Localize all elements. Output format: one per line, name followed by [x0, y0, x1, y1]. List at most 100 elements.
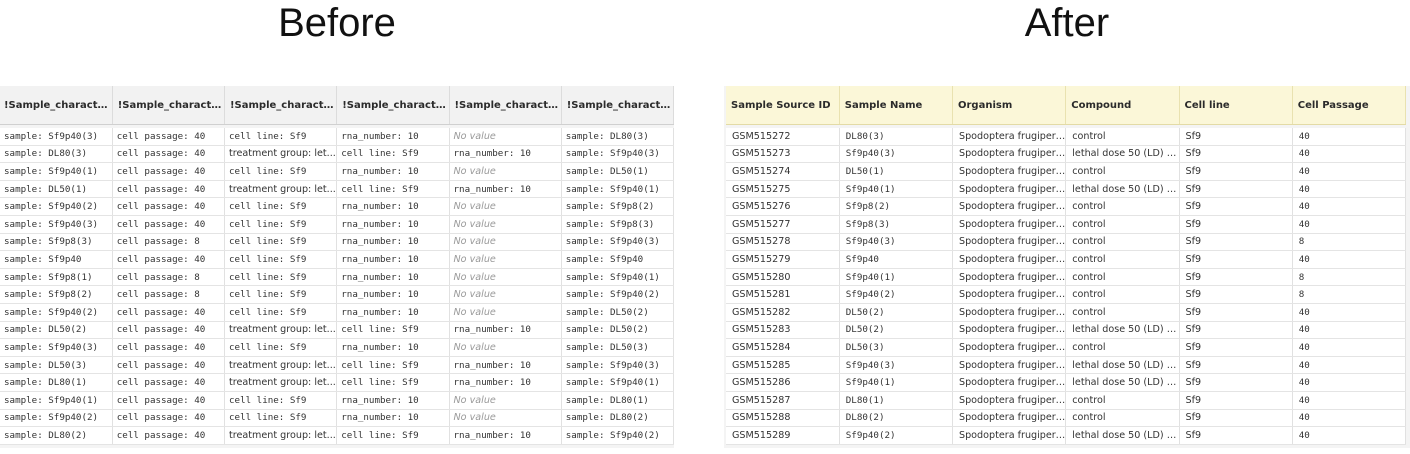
table-cell[interactable]: Spodoptera frugiperda — [952, 356, 1067, 375]
table-cell[interactable]: Spodoptera frugiperda — [952, 233, 1067, 252]
table-cell[interactable]: sample: Sf9p40(2) — [0, 197, 113, 216]
table-cell[interactable]: sample: Sf9p8(3) — [0, 233, 113, 252]
table-cell[interactable]: Sf9 — [1179, 197, 1293, 216]
table-row[interactable]: sample: Sf9p40(3) cell passage: 40 cell li… — [0, 215, 674, 234]
table-row[interactable]: GSM515283 DL50(2) Spodoptera frugiperda let… — [726, 321, 1407, 340]
table-cell[interactable]: GSM515288 — [726, 409, 840, 428]
table-cell[interactable]: sample: DL50(3) — [0, 356, 113, 375]
after-column-header[interactable]: Cell line — [1179, 86, 1293, 125]
table-cell[interactable]: sample: DL80(2) — [561, 409, 674, 428]
table-row[interactable]: sample: Sf9p8(2) cell passage: 8 cell line… — [0, 285, 674, 304]
table-row[interactable]: sample: Sf9p40(1) cell passage: 40 cell li… — [0, 162, 674, 181]
table-cell[interactable]: rna_number: 10 — [336, 197, 450, 216]
table-cell[interactable]: cell passage: 40 — [112, 145, 226, 164]
table-cell[interactable]: sample: DL50(3) — [561, 338, 674, 357]
table-cell[interactable]: control — [1065, 250, 1180, 269]
table-cell[interactable]: control — [1065, 128, 1180, 146]
table-cell[interactable]: Sf9p40(1) — [839, 373, 954, 392]
table-row[interactable]: sample: Sf9p8(1) cell passage: 8 cell line… — [0, 268, 674, 287]
table-cell[interactable]: GSM515289 — [726, 426, 840, 445]
table-cell[interactable]: lethal dose 50 (LD) o... — [1065, 426, 1180, 445]
table-cell[interactable]: DL50(1) — [839, 162, 954, 181]
table-cell[interactable]: rna_number: 10 — [336, 391, 450, 410]
table-cell[interactable]: sample: DL50(1) — [0, 180, 113, 199]
table-cell[interactable]: cell passage: 40 — [112, 180, 226, 199]
table-cell[interactable]: 40 — [1292, 321, 1407, 340]
table-cell[interactable]: sample: DL80(1) — [0, 373, 113, 392]
table-cell[interactable]: rna_number: 10 — [449, 145, 562, 164]
table-cell[interactable]: Spodoptera frugiperda — [952, 180, 1067, 199]
table-cell[interactable]: cell line: Sf9 — [336, 321, 450, 340]
table-cell[interactable]: No value — [449, 215, 562, 234]
table-cell[interactable]: sample: Sf9p40(3) — [0, 128, 113, 146]
table-cell[interactable]: rna_number: 10 — [449, 321, 562, 340]
table-cell[interactable]: Sf9p40 — [839, 250, 954, 269]
table-row[interactable]: GSM515287 DL80(1) Spodoptera frugiperda con… — [726, 391, 1407, 410]
table-cell[interactable]: cell line: Sf9 — [336, 180, 450, 199]
table-cell[interactable]: Sf9 — [1179, 373, 1293, 392]
table-row[interactable]: GSM515272 DL80(3) Spodoptera frugiperda con… — [726, 128, 1407, 146]
after-column-header[interactable]: Cell Passage — [1292, 86, 1407, 125]
table-cell[interactable]: Sf9 — [1179, 215, 1293, 234]
table-cell[interactable]: sample: Sf9p40(3) — [561, 145, 674, 164]
table-cell[interactable]: cell passage: 8 — [112, 233, 226, 252]
table-cell[interactable]: Sf9 — [1179, 285, 1293, 304]
table-cell[interactable]: Spodoptera frugiperda — [952, 128, 1067, 146]
table-cell[interactable]: sample: Sf9p40(3) — [561, 233, 674, 252]
table-cell[interactable]: control — [1065, 409, 1180, 428]
table-cell[interactable]: sample: Sf9p40(2) — [0, 409, 113, 428]
table-row[interactable]: sample: Sf9p40(2) cell passage: 40 cell li… — [0, 409, 674, 428]
table-cell[interactable]: Sf9 — [1179, 338, 1293, 357]
table-cell[interactable]: sample: Sf9p8(1) — [0, 268, 113, 287]
before-column-header[interactable]: !Sample_characteri... — [112, 86, 226, 125]
table-cell[interactable]: rna_number: 10 — [449, 426, 562, 445]
table-cell[interactable]: 40 — [1292, 356, 1407, 375]
table-cell[interactable]: Sf9 — [1179, 409, 1293, 428]
table-cell[interactable]: sample: Sf9p8(2) — [0, 285, 113, 304]
table-row[interactable]: GSM515280 Sf9p40(1) Spodoptera frugiperda c… — [726, 268, 1407, 287]
table-cell[interactable]: cell passage: 40 — [112, 338, 226, 357]
table-row[interactable]: GSM515279 Sf9p40 Spodoptera frugiperda cont… — [726, 250, 1407, 269]
table-row[interactable]: sample: Sf9p40 cell passage: 40 cell line:… — [0, 250, 674, 269]
table-row[interactable]: sample: Sf9p40(2) cell passage: 40 cell li… — [0, 197, 674, 216]
table-cell[interactable]: sample: Sf9p40 — [0, 250, 113, 269]
table-cell[interactable]: cell passage: 40 — [112, 321, 226, 340]
table-cell[interactable]: cell line: Sf9 — [224, 128, 338, 146]
table-cell[interactable]: GSM515284 — [726, 338, 840, 357]
table-cell[interactable]: treatment group: let... — [224, 180, 338, 199]
table-cell[interactable]: 40 — [1292, 145, 1407, 164]
table-cell[interactable]: lethal dose 50 (LD) o... — [1065, 321, 1180, 340]
table-cell[interactable]: cell line: Sf9 — [224, 162, 338, 181]
table-cell[interactable]: GSM515275 — [726, 180, 840, 199]
table-cell[interactable]: GSM515274 — [726, 162, 840, 181]
table-cell[interactable]: Sf9p8(3) — [839, 215, 954, 234]
table-cell[interactable]: 40 — [1292, 197, 1407, 216]
table-cell[interactable]: rna_number: 10 — [449, 356, 562, 375]
table-cell[interactable]: GSM515277 — [726, 215, 840, 234]
table-cell[interactable]: GSM515278 — [726, 233, 840, 252]
table-cell[interactable]: 40 — [1292, 426, 1407, 445]
table-cell[interactable]: cell line: Sf9 — [336, 426, 450, 445]
table-cell[interactable]: cell passage: 40 — [112, 128, 226, 146]
before-column-header[interactable]: !Sample_characteri... — [0, 86, 113, 125]
table-cell[interactable]: DL80(2) — [839, 409, 954, 428]
table-cell[interactable]: cell passage: 8 — [112, 268, 226, 287]
table-cell[interactable]: Spodoptera frugiperda — [952, 215, 1067, 234]
table-row[interactable]: sample: Sf9p40(1) cell passage: 40 cell li… — [0, 391, 674, 410]
table-cell[interactable]: control — [1065, 215, 1180, 234]
table-row[interactable]: GSM515282 DL50(2) Spodoptera frugiperda con… — [726, 303, 1407, 322]
table-cell[interactable]: 8 — [1292, 268, 1407, 287]
table-cell[interactable]: 40 — [1292, 180, 1407, 199]
table-cell[interactable]: 40 — [1292, 162, 1407, 181]
table-cell[interactable]: Spodoptera frugiperda — [952, 250, 1067, 269]
after-column-header[interactable]: Organism — [952, 86, 1067, 125]
table-cell[interactable]: No value — [449, 197, 562, 216]
table-cell[interactable]: Sf9p40(2) — [839, 426, 954, 445]
table-cell[interactable]: No value — [449, 409, 562, 428]
table-cell[interactable]: Sf9 — [1179, 303, 1293, 322]
table-row[interactable]: GSM515273 Sf9p40(3) Spodoptera frugiperda l… — [726, 145, 1407, 164]
table-cell[interactable]: cell passage: 40 — [112, 373, 226, 392]
table-cell[interactable]: 40 — [1292, 409, 1407, 428]
table-cell[interactable]: rna_number: 10 — [449, 180, 562, 199]
table-cell[interactable]: No value — [449, 128, 562, 146]
